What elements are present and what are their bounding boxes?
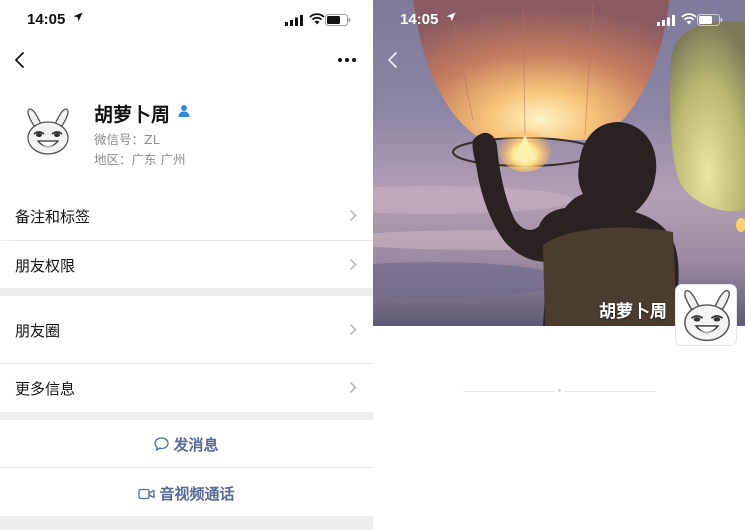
more-info-label: 更多信息 <box>15 380 76 398</box>
signal-icon <box>657 15 675 26</box>
more-info-row[interactable]: 更多信息 <box>0 364 373 412</box>
signal-icon <box>285 15 303 26</box>
remarks-tags-row[interactable]: 备注和标签 <box>0 192 373 240</box>
loading-dot <box>558 389 561 392</box>
av-call-content: 音视频通话 <box>0 483 373 504</box>
friend-permissions-label: 朋友权限 <box>15 257 76 275</box>
battery-icon <box>325 14 351 26</box>
status-bar: 14:05 <box>0 0 373 40</box>
sky-lantern-photo <box>373 0 745 326</box>
screen: 14:05 胡萝卜周 微信号：ZL 地区：广东 广州 备注和标签 朋友权限 朋友… <box>0 0 745 530</box>
chat-bubble-icon <box>154 437 170 452</box>
send-message-content: 发消息 <box>0 434 373 455</box>
loading-line <box>463 391 555 392</box>
cover-photo[interactable] <box>373 0 745 326</box>
rabbit-avatar-icon <box>676 285 736 345</box>
cover-name: 胡萝卜周 <box>599 302 667 322</box>
moments-label: 朋友圈 <box>15 322 61 340</box>
avatar[interactable] <box>675 284 737 346</box>
region: 地区：广东 广州 <box>94 152 186 167</box>
chevron-right-icon <box>349 323 357 336</box>
location-arrow-icon <box>446 12 456 22</box>
wifi-icon <box>681 13 697 25</box>
chevron-right-icon <box>349 209 357 222</box>
wifi-icon <box>309 13 325 25</box>
chevron-right-icon <box>349 381 357 394</box>
status-time: 14:05 <box>400 11 439 28</box>
back-icon[interactable] <box>385 50 401 70</box>
moments-row[interactable]: 朋友圈 <box>0 296 373 363</box>
send-message-label: 发消息 <box>173 436 219 454</box>
video-camera-icon <box>138 488 156 500</box>
profile-header: 胡萝卜周 微信号：ZL 地区：广东 广州 <box>0 80 373 192</box>
remarks-tags-label: 备注和标签 <box>15 208 91 226</box>
back-icon[interactable] <box>12 50 28 70</box>
friend-permissions-row[interactable]: 朋友权限 <box>0 241 373 288</box>
location-arrow-icon <box>73 12 83 22</box>
profile-name: 胡萝卜周 <box>94 104 171 126</box>
send-message-button[interactable]: 发消息 <box>0 420 373 467</box>
loading-line <box>564 391 656 392</box>
nav-bar <box>0 40 373 80</box>
moments-screen: 14:05 胡萝卜周 <box>373 0 745 530</box>
rabbit-avatar-icon <box>20 104 76 160</box>
gender-male-icon <box>178 105 190 117</box>
av-call-button[interactable]: 音视频通话 <box>0 468 373 516</box>
wechat-id: 微信号：ZL <box>94 132 160 147</box>
avatar[interactable] <box>20 104 76 160</box>
battery-icon <box>697 14 723 26</box>
status-time: 14:05 <box>27 11 66 28</box>
av-call-label: 音视频通话 <box>159 485 235 503</box>
chevron-right-icon <box>349 258 357 271</box>
profile-screen: 14:05 胡萝卜周 微信号：ZL 地区：广东 广州 备注和标签 朋友权限 朋友… <box>0 0 373 530</box>
more-icon[interactable] <box>335 53 359 67</box>
status-bar: 14:05 <box>373 0 745 40</box>
